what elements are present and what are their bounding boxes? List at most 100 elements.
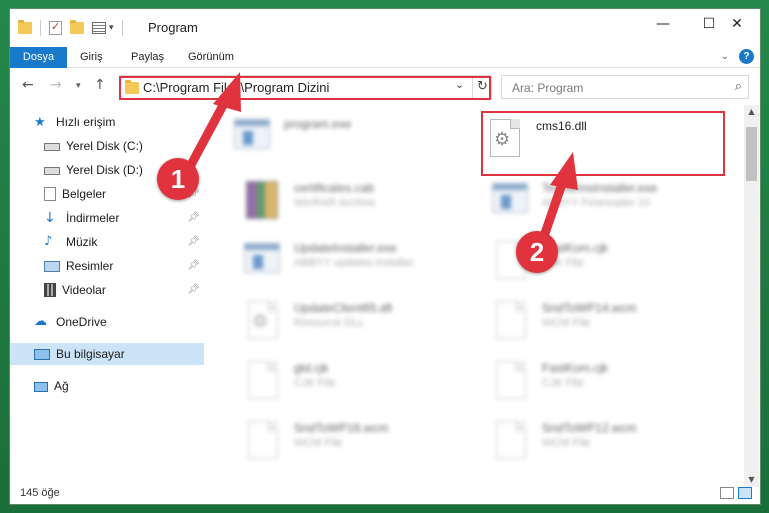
exe-icon [490, 179, 532, 221]
download-icon: ↓ [44, 210, 56, 226]
sidebar-item-bu-bilgisayar[interactable]: Bu bilgisayar [10, 343, 204, 365]
ribbon-right-controls: ⌄ ? [721, 49, 754, 64]
pin-icon: 📌︎ [187, 212, 200, 223]
sidebar-item-label: Ağ [54, 379, 69, 393]
network-icon [34, 382, 48, 392]
help-icon[interactable]: ? [739, 49, 754, 64]
scroll-thumb[interactable] [746, 127, 757, 181]
file-item[interactable]: SndToWP14.wcm WCM File [490, 297, 730, 345]
file-item[interactable]: SndToWP12.wcm WCM File [490, 417, 730, 465]
document-icon [490, 299, 532, 341]
quick-access-toolbar: ▾ [18, 19, 123, 37]
expand-ribbon-icon[interactable]: ⌄ [721, 51, 729, 62]
dll-gear-icon: ⚙ [242, 299, 284, 341]
sidebar-item-resimler[interactable]: Resimler 📌︎ [10, 255, 204, 277]
sidebar-item-label: Müzik [66, 235, 98, 249]
sidebar-item-label: Bu bilgisayar [56, 347, 125, 361]
new-folder-icon[interactable] [70, 20, 84, 34]
cloud-icon: ☁ [34, 314, 47, 329]
sidebar-item-videolar[interactable]: Videolar 📌︎ [10, 279, 204, 301]
file-highlight-box [481, 111, 725, 176]
status-bar: 145 öğe [10, 484, 760, 504]
customize-dropdown-icon[interactable]: ▾ [109, 23, 114, 33]
scroll-up-icon[interactable]: ▲ [744, 105, 759, 119]
rar-archive-icon [242, 179, 284, 221]
pin-icon: 📌︎ [187, 284, 200, 295]
folder-icon [18, 20, 32, 34]
file-name: FastKom.cjk [542, 361, 609, 375]
file-item[interactable]: SndToWP16.wcm WCM File [242, 417, 482, 465]
sidebar-item-label: Resimler [66, 259, 114, 273]
sidebar-item-label: OneDrive [56, 315, 107, 329]
file-explorer-window: ▾ Program — ☐ ✕ Dosya Giriş Paylaş Görün… [9, 8, 761, 505]
exe-icon [242, 239, 284, 281]
tab-paylas[interactable]: Paylaş [121, 47, 174, 68]
separator [121, 20, 123, 36]
file-name: SndToWP12.wcm [542, 421, 637, 435]
title-bar: ▾ Program — ☐ ✕ [10, 9, 760, 47]
tab-giris[interactable]: Giriş [70, 47, 113, 68]
sidebar-item-muzik[interactable]: ♪ Müzik 📌︎ [10, 231, 204, 253]
recent-locations-icon[interactable]: ▾ [76, 81, 81, 91]
file-name: SndToWP16.wcm [294, 421, 389, 435]
file-name: SndToWP14.wcm [542, 301, 637, 315]
callout-badge-2: 2 [516, 231, 558, 273]
file-item[interactable]: UpdateInstaller.exe ABBYY updates instal… [242, 237, 482, 285]
videos-icon [44, 283, 56, 297]
file-item[interactable]: TextItemsInstaller.exe ABBYY Finereader … [490, 177, 730, 225]
navigation-bar: ← → ▾ ↑ C:\Program Files\Program Dizini … [10, 69, 760, 103]
file-item[interactable]: program.exe [232, 113, 472, 161]
file-item[interactable]: FastKom.cjk CJK File [490, 357, 730, 405]
file-item[interactable]: certificates.cab WinRAR Archive [242, 177, 482, 225]
address-highlight-box [119, 76, 491, 100]
sidebar-item-indirmeler[interactable]: ↓ İndirmeler 📌︎ [10, 207, 204, 229]
file-item[interactable]: gtd.cjk CJK File [242, 357, 482, 405]
sidebar-item-onedrive[interactable]: ☁ OneDrive [10, 311, 204, 333]
sidebar-item-label: Hızlı erişim [56, 115, 116, 129]
sidebar-item-ag[interactable]: Ağ [10, 375, 204, 397]
tab-gorunum[interactable]: Görünüm [178, 47, 244, 68]
file-name: UpdateInstaller.exe [294, 241, 397, 255]
exe-icon [232, 115, 274, 157]
window-title: Program [148, 20, 198, 35]
file-type: CJK File [294, 377, 336, 389]
drive-icon [44, 167, 60, 175]
sidebar-item-quick-access[interactable]: ★ Hızlı erişim [10, 111, 204, 133]
forward-arrow-icon[interactable]: → [50, 77, 62, 93]
back-arrow-icon[interactable]: ← [22, 77, 34, 93]
file-type: WCM File [542, 437, 591, 449]
vertical-scrollbar[interactable]: ▲ ▼ [744, 105, 759, 487]
large-icons-view-icon[interactable] [738, 487, 752, 499]
sidebar-item-label: Yerel Disk (D:) [66, 163, 143, 177]
search-box[interactable]: Ara: Program ⌕ [501, 75, 749, 99]
file-type: WCM File [294, 437, 343, 449]
item-count: 145 öğe [20, 487, 60, 499]
drive-icon [44, 143, 60, 151]
document-icon [490, 419, 532, 461]
search-icon[interactable]: ⌕ [735, 79, 742, 94]
minimize-button[interactable]: — [640, 9, 686, 39]
separator [40, 20, 41, 36]
file-type: CJK File [542, 377, 584, 389]
file-name: gtd.cjk [294, 361, 329, 375]
file-type: WCM File [542, 317, 591, 329]
file-name: certificates.cab [294, 181, 375, 195]
file-name: program.exe [284, 117, 352, 131]
close-button[interactable]: ✕ [714, 9, 760, 39]
up-arrow-icon[interactable]: ↑ [94, 77, 106, 93]
file-type: ABBYY Finereader 10 [542, 197, 651, 209]
properties-check-icon[interactable] [49, 20, 62, 35]
details-view-icon[interactable] [720, 487, 734, 499]
document-icon [242, 359, 284, 401]
file-type: Resource DLL [294, 317, 365, 329]
callout-badge-1: 1 [157, 158, 199, 200]
file-item[interactable]: ⚙ UpdateClient65.dll Resource DLL [242, 297, 482, 345]
document-icon [490, 359, 532, 401]
ribbon-tabs: Dosya Giriş Paylaş Görünüm ⌄ ? [10, 47, 760, 68]
computer-icon [34, 349, 50, 360]
tab-dosya[interactable]: Dosya [10, 47, 67, 68]
view-properties-icon[interactable] [92, 22, 106, 34]
pin-icon: 📌︎ [187, 236, 200, 247]
sidebar-item-disk-c[interactable]: Yerel Disk (C:) [10, 135, 204, 157]
file-type: ABBYY updates installer [294, 257, 414, 269]
